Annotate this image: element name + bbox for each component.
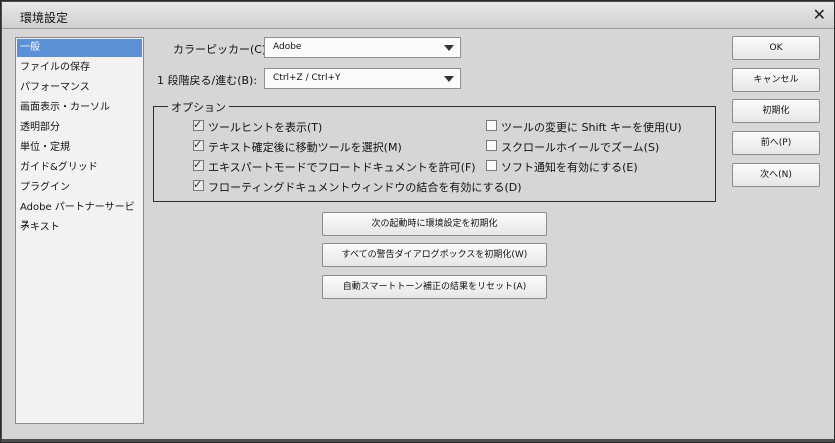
sidebar-item-display-cursors[interactable]: 画面表示・カーソル	[17, 99, 142, 117]
step-back-forward-select[interactable]: Ctrl+Z / Ctrl+Y	[264, 68, 461, 89]
options-group-legend: オプション	[168, 99, 229, 115]
select-move-tool-label: テキスト確定後に移動ツールを選択(M)	[208, 141, 402, 154]
step-back-forward-label: 1 段階戻る/進む(B):	[157, 74, 258, 87]
checkmark-icon: ✓	[193, 178, 203, 191]
color-picker-label: カラーピッカー(C):	[173, 43, 270, 56]
checkmark-icon: ✓	[193, 158, 203, 171]
checkbox[interactable]: ✓	[193, 158, 204, 171]
checkmark-icon: ✓	[193, 138, 203, 151]
sidebar-item-guides-grid[interactable]: ガイド&グリッド	[17, 159, 142, 177]
preferences-dialog: 環境設定 ✕ 一般 ファイルの保存 パフォーマンス 画面表示・カーソル 透明部分…	[0, 0, 835, 443]
reset-smart-tone-button[interactable]: 自動スマートトーン補正の結果をリセット(A)	[322, 275, 547, 299]
checkbox[interactable]: ✓	[193, 118, 204, 131]
zoom-with-scroll-wheel-label: スクロールホイールでズーム(S)	[501, 141, 660, 154]
sidebar-item-type[interactable]: テキスト	[17, 219, 142, 237]
checkmark-icon: ✓	[193, 118, 203, 131]
reset-on-next-launch-button[interactable]: 次の起動時に環境設定を初期化	[322, 212, 547, 236]
sidebar-item-adobe-partner-services[interactable]: Adobe パートナーサービス	[17, 199, 142, 231]
close-icon[interactable]: ✕	[813, 5, 826, 24]
sidebar-item-plugins[interactable]: プラグイン	[17, 179, 142, 197]
allow-floating-documents-label: エキスパートモードでフロートドキュメントを許可(F)	[208, 161, 476, 174]
enable-soft-notifications-label: ソフト通知を有効にする(E)	[501, 161, 638, 174]
reset-button[interactable]: 初期化	[732, 99, 820, 123]
sidebar-item-units-rulers[interactable]: 単位・定規	[17, 139, 142, 157]
show-tooltips-label: ツールヒントを表示(T)	[208, 121, 323, 134]
reset-warning-dialogs-button[interactable]: すべての警告ダイアログボックスを初期化(W)	[322, 243, 547, 267]
previous-button[interactable]: 前へ(P)	[732, 131, 820, 155]
checkbox[interactable]	[486, 120, 497, 131]
sidebar-item-transparency[interactable]: 透明部分	[17, 119, 142, 137]
next-button[interactable]: 次へ(N)	[732, 163, 820, 187]
use-shift-for-tool-switch-label: ツールの変更に Shift キーを使用(U)	[501, 121, 682, 134]
category-list: 一般 ファイルの保存 パフォーマンス 画面表示・カーソル 透明部分 単位・定規 …	[15, 37, 144, 424]
chevron-down-icon	[444, 45, 454, 51]
color-picker-value: Adobe	[273, 42, 302, 52]
checkbox[interactable]	[486, 160, 497, 171]
sidebar-item-file-saving[interactable]: ファイルの保存	[17, 59, 142, 77]
ok-button[interactable]: OK	[732, 36, 820, 60]
cancel-button[interactable]: キャンセル	[732, 68, 820, 92]
enable-window-docking-label: フローティングドキュメントウィンドウの結合を有効にする(D)	[208, 181, 522, 194]
sidebar-item-performance[interactable]: パフォーマンス	[17, 79, 142, 97]
sidebar-item-general[interactable]: 一般	[17, 39, 142, 57]
title-bar: 環境設定 ✕	[2, 2, 834, 29]
dialog-title: 環境設定	[20, 11, 69, 25]
color-picker-select[interactable]: Adobe	[264, 37, 461, 58]
checkbox[interactable]	[486, 140, 497, 151]
chevron-down-icon	[444, 76, 454, 82]
checkbox[interactable]: ✓	[193, 178, 204, 191]
checkbox[interactable]: ✓	[193, 138, 204, 151]
step-back-forward-value: Ctrl+Z / Ctrl+Y	[273, 73, 341, 83]
